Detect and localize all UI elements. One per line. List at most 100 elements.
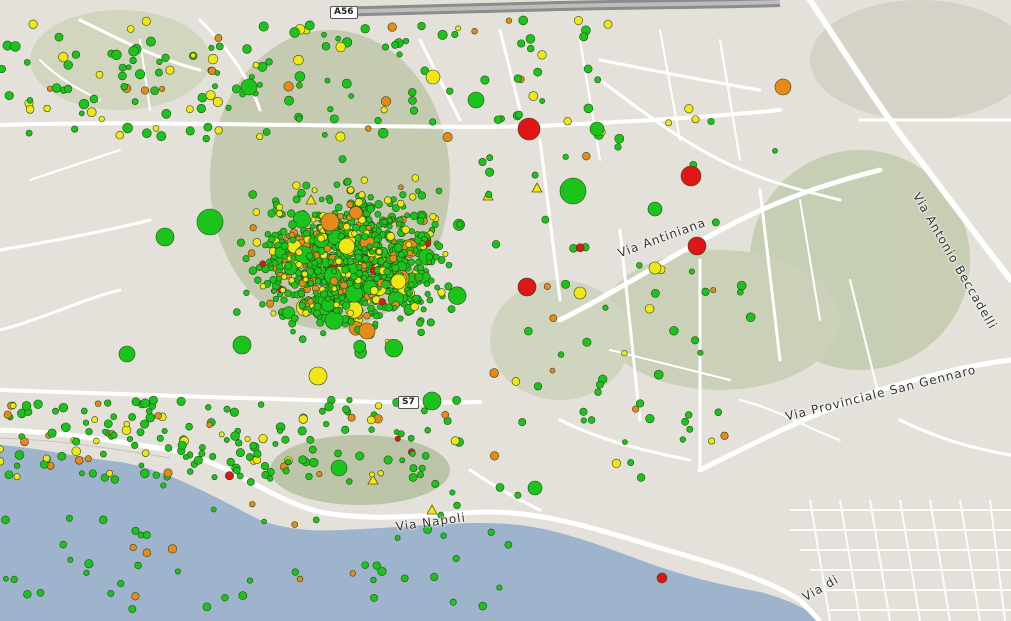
map-marker[interactable] <box>424 290 431 297</box>
map-marker[interactable] <box>279 227 288 236</box>
map-marker[interactable] <box>679 436 686 443</box>
map-marker[interactable] <box>3 410 12 419</box>
map-marker[interactable] <box>252 208 261 216</box>
map-marker[interactable] <box>152 471 160 479</box>
map-marker[interactable] <box>489 451 500 461</box>
map-marker[interactable] <box>562 153 569 160</box>
map-marker[interactable] <box>341 78 352 89</box>
map-marker[interactable] <box>155 227 175 247</box>
map-marker[interactable] <box>106 469 114 477</box>
map-marker[interactable] <box>517 39 526 48</box>
map-marker[interactable] <box>391 263 400 272</box>
map-marker[interactable] <box>318 407 326 415</box>
map-marker[interactable] <box>416 216 425 225</box>
map-marker[interactable] <box>271 259 279 267</box>
map-marker[interactable] <box>89 94 99 104</box>
map-marker[interactable] <box>392 304 398 311</box>
map-marker[interactable] <box>421 452 430 460</box>
map-marker[interactable] <box>94 400 102 407</box>
map-marker[interactable] <box>579 407 588 416</box>
map-marker[interactable] <box>261 518 267 525</box>
map-marker[interactable] <box>335 35 341 42</box>
map-marker[interactable] <box>128 413 136 421</box>
map-marker[interactable] <box>449 598 457 606</box>
map-marker[interactable] <box>333 181 341 188</box>
map-marker[interactable] <box>294 71 306 82</box>
map-marker[interactable] <box>118 345 136 363</box>
map-marker[interactable] <box>71 50 81 59</box>
map-marker[interactable] <box>214 34 223 42</box>
map-marker[interactable] <box>688 268 695 275</box>
map-marker[interactable] <box>142 128 152 138</box>
map-marker[interactable] <box>272 295 280 303</box>
map-marker[interactable] <box>400 574 409 583</box>
map-marker[interactable] <box>456 220 464 228</box>
map-marker[interactable] <box>350 272 358 281</box>
map-marker[interactable] <box>288 220 297 229</box>
map-marker[interactable] <box>390 273 407 290</box>
map-marker[interactable] <box>280 296 288 304</box>
map-marker[interactable] <box>636 473 646 482</box>
map-marker[interactable] <box>156 58 163 65</box>
map-marker[interactable] <box>363 311 371 320</box>
map-marker[interactable] <box>391 41 399 49</box>
map-marker[interactable] <box>291 314 299 323</box>
map-marker[interactable] <box>289 27 300 38</box>
map-marker[interactable] <box>681 417 689 426</box>
map-marker[interactable] <box>368 426 375 433</box>
map-marker[interactable] <box>82 419 90 426</box>
map-marker[interactable] <box>485 190 493 199</box>
map-marker[interactable] <box>338 237 355 255</box>
map-marker[interactable] <box>223 405 231 413</box>
map-marker[interactable] <box>324 311 344 330</box>
map-marker[interactable] <box>373 313 380 320</box>
map-marker[interactable] <box>249 441 257 450</box>
map-marker[interactable] <box>131 441 139 449</box>
map-marker[interactable] <box>85 428 93 436</box>
map-marker[interactable] <box>772 147 778 154</box>
map-marker[interactable] <box>129 543 137 552</box>
map-marker[interactable] <box>410 302 419 311</box>
map-marker[interactable] <box>383 455 393 465</box>
map-marker[interactable] <box>307 298 314 305</box>
map-marker[interactable] <box>281 253 288 260</box>
map-marker[interactable] <box>154 412 162 420</box>
map-marker[interactable] <box>10 41 21 52</box>
map-marker[interactable] <box>25 129 33 137</box>
map-marker[interactable] <box>95 70 104 79</box>
map-marker[interactable] <box>377 304 383 310</box>
map-marker[interactable] <box>140 398 150 408</box>
map-marker[interactable] <box>384 303 393 312</box>
map-marker[interactable] <box>223 436 230 443</box>
map-marker[interactable] <box>254 276 262 284</box>
map-marker[interactable] <box>636 399 645 408</box>
map-marker[interactable] <box>291 521 298 528</box>
map-marker[interactable] <box>467 91 485 109</box>
map-marker[interactable] <box>691 115 700 124</box>
map-marker[interactable] <box>285 458 292 465</box>
map-marker[interactable] <box>665 119 673 127</box>
map-marker[interactable] <box>680 165 702 187</box>
map-marker[interactable] <box>380 96 392 107</box>
map-marker[interactable] <box>305 473 313 481</box>
map-marker[interactable] <box>312 516 320 524</box>
map-marker[interactable] <box>208 44 215 51</box>
map-marker[interactable] <box>361 561 369 569</box>
map-marker[interactable] <box>67 556 74 563</box>
map-marker[interactable] <box>514 491 522 499</box>
map-marker[interactable] <box>193 455 203 465</box>
map-marker[interactable] <box>314 267 322 275</box>
map-marker[interactable] <box>302 276 309 283</box>
map-marker[interactable] <box>182 454 189 460</box>
map-marker[interactable] <box>186 468 194 475</box>
map-marker[interactable] <box>366 243 373 250</box>
map-marker[interactable] <box>335 41 346 53</box>
map-marker[interactable] <box>448 286 467 305</box>
map-marker[interactable] <box>244 435 251 443</box>
map-marker[interactable] <box>292 181 301 190</box>
map-marker[interactable] <box>231 84 241 94</box>
map-marker[interactable] <box>409 450 416 457</box>
map-marker[interactable] <box>373 236 380 244</box>
map-marker[interactable] <box>697 349 704 356</box>
map-marker[interactable] <box>111 49 122 60</box>
